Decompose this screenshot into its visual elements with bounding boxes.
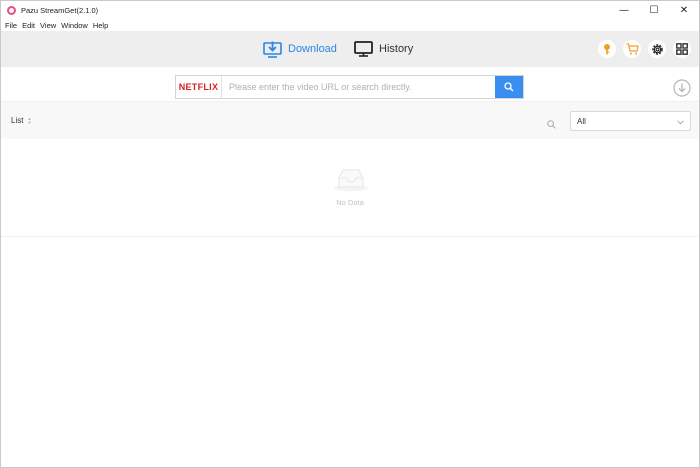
empty-state-text: No Data <box>336 198 364 207</box>
title-bar: Pazu StreamGet(2.1.0) — ☐ ✕ <box>1 1 699 19</box>
menu-edit[interactable]: Edit <box>22 21 35 30</box>
toolbar-actions <box>591 31 691 67</box>
tab-download[interactable]: Download <box>263 31 337 67</box>
menu-view[interactable]: View <box>40 21 56 30</box>
grid-icon <box>676 43 688 55</box>
menu-help[interactable]: Help <box>93 21 108 30</box>
close-button[interactable]: ✕ <box>669 1 699 19</box>
key-button[interactable] <box>598 40 616 58</box>
chevron-down-icon <box>677 112 684 130</box>
list-sort-toggle[interactable]: List ▲ ▼ <box>11 116 31 125</box>
menu-file[interactable]: File <box>5 21 17 30</box>
tab-download-label: Download <box>288 43 337 55</box>
window-title: Pazu StreamGet(2.1.0) <box>21 5 99 15</box>
window-controls: — ☐ ✕ <box>609 1 699 19</box>
search-icon <box>504 82 514 92</box>
search-box: NETFLIX <box>175 75 524 99</box>
filter-select[interactable]: All <box>570 111 691 131</box>
download-circle-icon <box>673 79 691 97</box>
cart-button[interactable] <box>623 40 641 58</box>
app-logo-icon <box>7 5 16 15</box>
download-list: No Data <box>1 139 699 237</box>
filter-select-value: All <box>577 116 586 126</box>
settings-button[interactable] <box>648 40 666 58</box>
monitor-icon <box>354 41 373 57</box>
list-header: List ▲ ▼ All <box>1 101 699 139</box>
cart-icon <box>626 43 639 55</box>
apps-button[interactable] <box>673 40 691 58</box>
download-monitor-icon <box>263 41 282 58</box>
netflix-logo[interactable]: NETFLIX <box>176 76 222 98</box>
minimize-button[interactable]: — <box>609 1 639 19</box>
app-window: Pazu StreamGet(2.1.0) — ☐ ✕ File Edit Vi… <box>0 0 700 468</box>
tab-history-label: History <box>379 43 414 55</box>
maximize-button[interactable]: ☐ <box>639 1 669 19</box>
download-queue-button[interactable] <box>673 79 691 97</box>
filter-search-icon[interactable] <box>547 116 556 134</box>
menu-bar: File Edit View Window Help <box>1 19 699 31</box>
search-row: NETFLIX <box>1 67 699 101</box>
key-icon <box>604 44 610 55</box>
main-toolbar: Download History <box>1 31 699 67</box>
empty-inbox-icon <box>332 166 370 197</box>
search-input[interactable] <box>222 76 495 98</box>
menu-window[interactable]: Window <box>61 21 88 30</box>
sort-icon: ▲ ▼ <box>27 115 32 125</box>
tab-history[interactable]: History <box>354 31 413 67</box>
list-label: List <box>11 116 24 125</box>
gear-icon <box>651 43 663 55</box>
search-button[interactable] <box>495 76 523 98</box>
